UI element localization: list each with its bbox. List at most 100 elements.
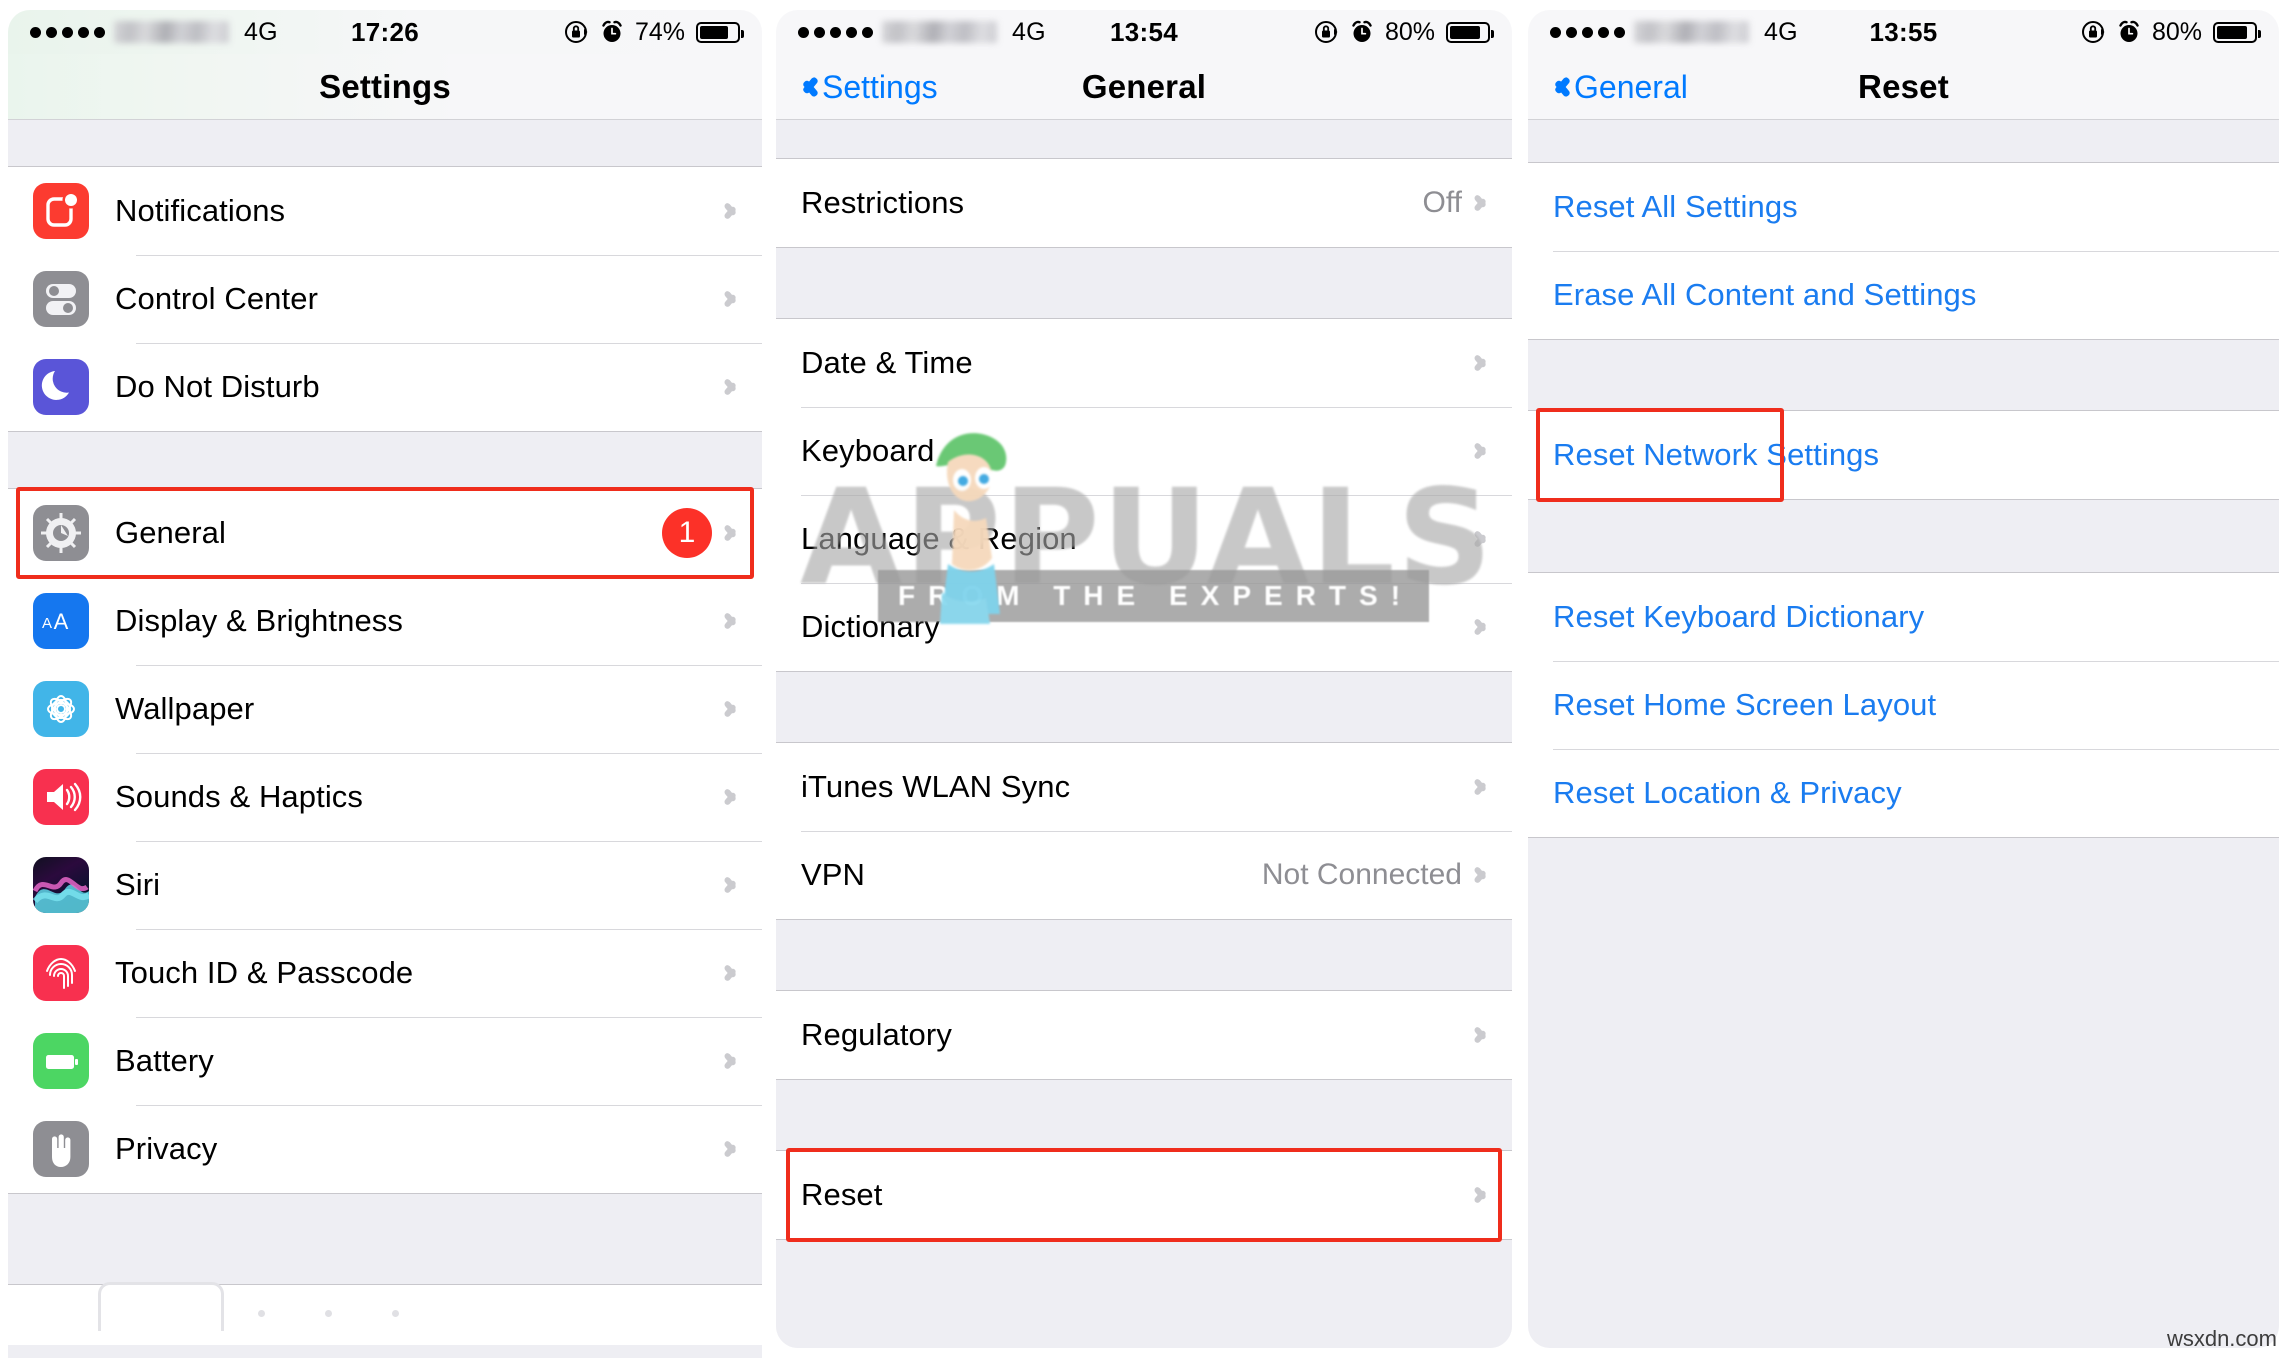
reset-row-erase-all-content[interactable]: Erase All Content and Settings [1528,251,2279,339]
touch-id-icon [33,945,89,1001]
settings-row-battery[interactable]: Battery [8,1017,762,1105]
row-label: Do Not Disturb [115,369,320,404]
general-row-language-region[interactable]: Language & Region [776,495,1512,583]
svg-text:A: A [54,609,69,634]
row-label: Reset [801,1177,883,1212]
settings-list[interactable]: Notifications Control Center Do Not Dist… [8,120,762,1358]
settings-row-notifications[interactable]: Notifications [8,167,762,255]
row-label: Control Center [115,281,318,316]
reset-row-reset-home-screen-layout[interactable]: Reset Home Screen Layout [1528,661,2279,749]
status-bar: 4G 13:55 80% [1528,10,2279,54]
general-group-5: Reset [776,1148,1512,1242]
chevron-right-icon [1477,439,1490,463]
row-value: Not Connected [1261,858,1462,891]
row-label: Reset Location & Privacy [1553,775,1902,810]
settings-row-general[interactable]: General 1 [8,489,762,577]
row-label: Dictionary [801,609,940,644]
chevron-left-icon [1550,72,1567,102]
reset-row-reset-keyboard-dictionary[interactable]: Reset Keyboard Dictionary [1528,573,2279,661]
row-label: Erase All Content and Settings [1553,277,1977,312]
wallpaper-icon [33,681,89,737]
battery-icon [2213,21,2261,43]
general-row-dictionary[interactable]: Dictionary [776,583,1512,671]
reset-list[interactable]: Reset All Settings Erase All Content and… [1528,120,2279,1348]
reset-group-3: Reset Keyboard Dictionary Reset Home Scr… [1528,572,2279,838]
network-type: 4G [1012,17,1046,46]
chevron-right-icon [1477,351,1490,375]
reset-group-1: Reset All Settings Erase All Content and… [1528,162,2279,340]
partial-row-dots [258,1310,399,1317]
battery-app-icon [33,1033,89,1089]
row-label: Sounds & Haptics [115,779,364,814]
settings-row-control-center[interactable]: Control Center [8,255,762,343]
row-label: Battery [115,1043,214,1078]
general-list[interactable]: Restrictions Off Date & Time Keyboard La… [776,120,1512,1348]
chevron-right-icon [1477,191,1490,215]
chevron-right-icon [727,1049,740,1073]
reset-row-reset-network-settings[interactable]: Reset Network Settings [1528,411,2279,499]
settings-row-do-not-disturb[interactable]: Do Not Disturb [8,343,762,431]
row-label: Language & Region [801,521,1077,556]
general-group-1: Restrictions Off [776,158,1512,248]
reset-row-reset-location-privacy[interactable]: Reset Location & Privacy [1528,749,2279,837]
general-gear-icon [33,505,89,561]
carrier-name-redacted [114,21,229,43]
row-label: Keyboard [801,433,935,468]
settings-row-privacy[interactable]: Privacy [8,1105,762,1193]
row-label: Siri [115,867,161,902]
settings-row-siri[interactable]: Siri [8,841,762,929]
chevron-right-icon [727,697,740,721]
reset-row-reset-all-settings[interactable]: Reset All Settings [1528,163,2279,251]
page-title: Settings [319,68,451,105]
signal-dots-icon [30,26,105,38]
chevron-right-icon [1477,615,1490,639]
row-label: VPN [801,857,866,892]
general-row-vpn[interactable]: VPN Not Connected [776,831,1512,919]
row-label: Date & Time [801,345,973,380]
chevron-right-icon [1477,775,1490,799]
nav-bar: Settings General [776,54,1512,120]
general-row-regulatory[interactable]: Regulatory [776,991,1512,1079]
carrier-name-redacted [1634,21,1749,43]
row-label: Reset Keyboard Dictionary [1553,599,1925,634]
row-label: Wallpaper [115,691,255,726]
general-row-restrictions[interactable]: Restrictions Off [776,159,1512,247]
general-row-date-time[interactable]: Date & Time [776,319,1512,407]
panel-reset: 4G 13:55 80% General Reset Reset All Set… [1520,0,2289,1358]
display-brightness-icon: AA [33,593,89,649]
row-label: Touch ID & Passcode [115,955,414,990]
control-center-icon [33,271,89,327]
svg-text:A: A [42,615,52,632]
rotation-lock-icon [564,21,588,43]
battery-percent: 74% [634,17,685,46]
general-group-4: Regulatory [776,990,1512,1080]
back-button[interactable]: Settings [798,69,938,106]
alarm-clock-icon [602,20,622,42]
settings-row-wallpaper[interactable]: Wallpaper [8,665,762,753]
settings-row-display-brightness[interactable]: AA Display & Brightness [8,577,762,665]
row-label: Reset Network Settings [1553,437,1880,472]
siri-icon [33,857,89,913]
row-label: Display & Brightness [115,603,404,638]
network-type: 4G [1764,17,1798,46]
panel-settings: 4G 17:26 74% Settings Notifications Cont… [0,0,770,1358]
settings-row-sounds-haptics[interactable]: Sounds & Haptics [8,753,762,841]
general-row-itunes-wlan-sync[interactable]: iTunes WLAN Sync [776,743,1512,831]
settings-row-touch-id[interactable]: Touch ID & Passcode [8,929,762,1017]
battery-percent: 80% [1384,17,1435,46]
row-label: Regulatory [801,1017,952,1052]
general-row-keyboard[interactable]: Keyboard [776,407,1512,495]
reset-group-2: Reset Network Settings [1528,408,2279,502]
chevron-right-icon [727,287,740,311]
row-label: Privacy [115,1131,218,1166]
three-panel-screenshot: 4G 17:26 74% Settings Notifications Cont… [0,0,2289,1358]
settings-group-2: General 1 AA Display & Brightness Wallpa… [8,487,762,1194]
back-button[interactable]: General [1550,69,1688,106]
chevron-left-icon [798,72,815,102]
sounds-haptics-icon [33,769,89,825]
general-group-3: iTunes WLAN Sync VPN Not Connected [776,742,1512,920]
general-row-reset[interactable]: Reset [776,1151,1512,1239]
privacy-hand-icon [33,1121,89,1177]
settings-group-1: Notifications Control Center Do Not Dist… [8,166,762,432]
row-label: General [115,515,226,550]
